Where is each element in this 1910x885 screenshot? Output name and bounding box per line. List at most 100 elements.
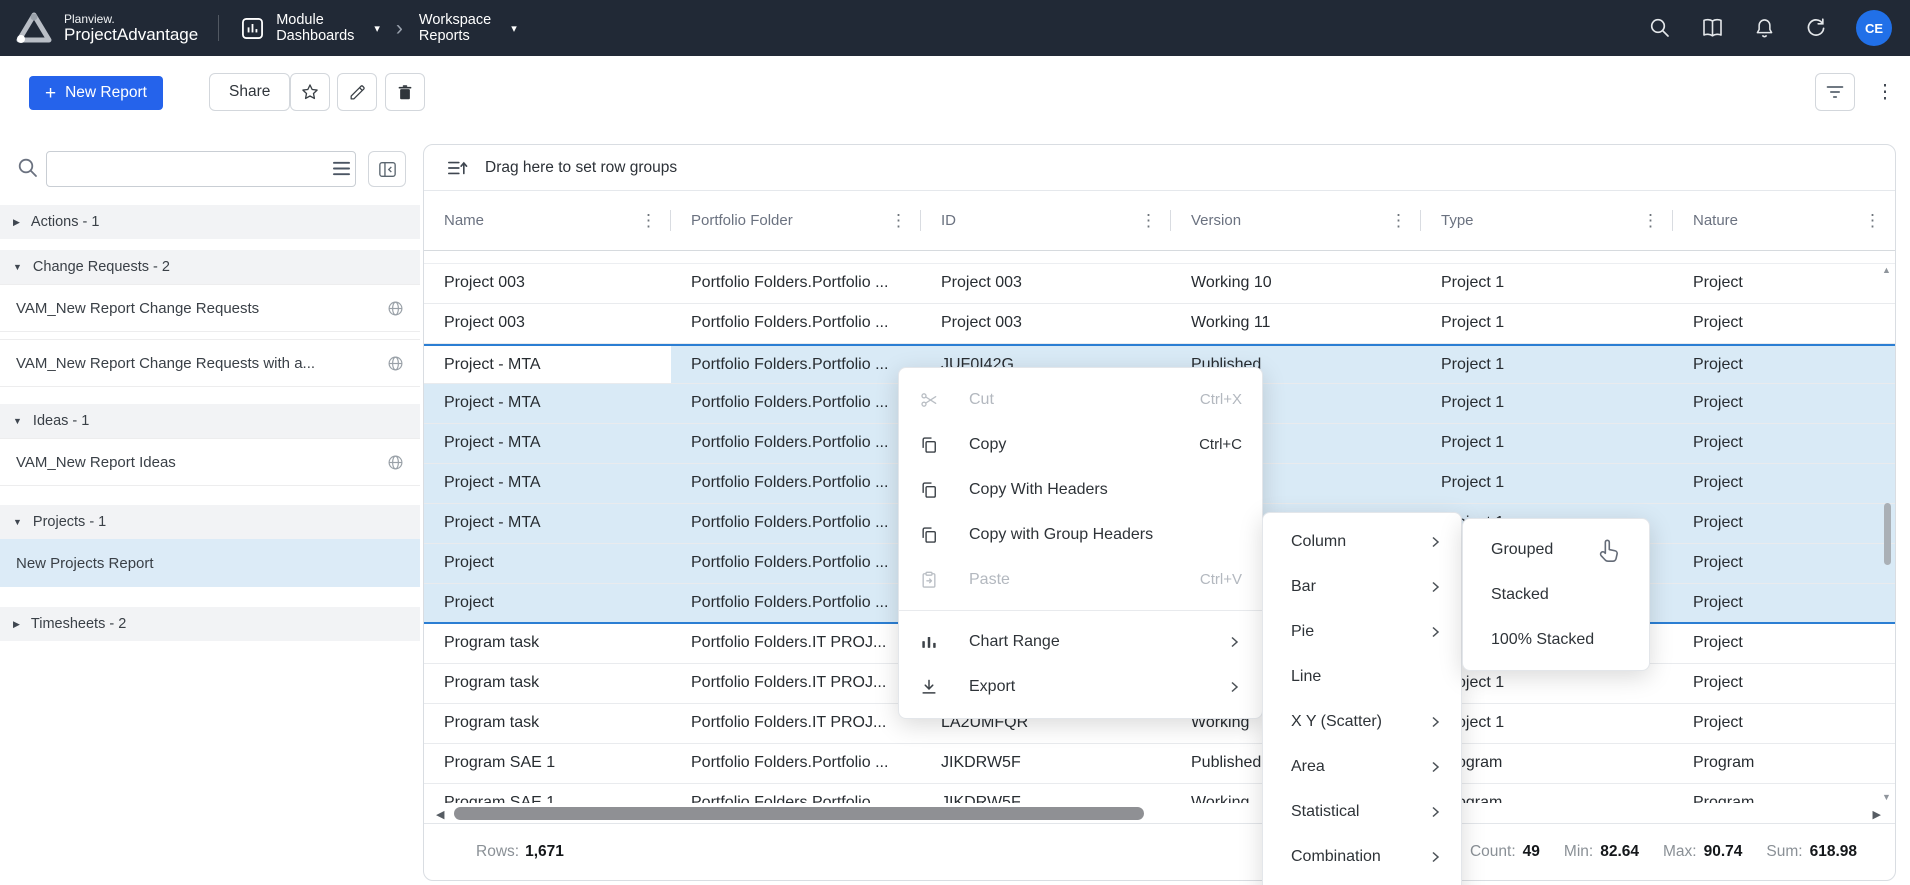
sidebar-group-timesheets[interactable]: ▶ Timesheets - 2: [0, 607, 420, 641]
cell-type[interactable]: Project 1: [1421, 264, 1673, 303]
cell-nature[interactable]: Program: [1673, 744, 1895, 783]
cell-name[interactable]: Program task: [424, 664, 671, 703]
refresh-icon[interactable]: [1804, 16, 1828, 40]
sidebar-item-vam-change-requests[interactable]: VAM_New Report Change Requests: [0, 284, 420, 332]
brand[interactable]: Planview. ProjectAdvantage: [0, 10, 198, 46]
cell-portfolio-folder[interactable]: Portfolio Folders.Portfolio ...: [671, 504, 921, 543]
cell-nature[interactable]: Project: [1673, 346, 1895, 383]
column-header-version[interactable]: Version ⋮: [1171, 191, 1421, 250]
menu-item-copy[interactable]: Copy Ctrl+C: [899, 422, 1262, 467]
cell-portfolio-folder[interactable]: Portfolio Folders.IT PROJ...: [671, 624, 921, 663]
cell-portfolio-folder[interactable]: Portfolio Folders.Portfolio ...: [671, 424, 921, 463]
cell-nature[interactable]: Project: [1673, 304, 1895, 343]
column-header-name[interactable]: Name ⋮: [424, 191, 671, 250]
sidebar-group-projects[interactable]: ▼ Projects - 1: [0, 505, 420, 539]
menu-item-chart-range[interactable]: Chart Range: [899, 619, 1262, 664]
search-icon[interactable]: [1648, 16, 1672, 40]
column-menu-icon[interactable]: ⋮: [1382, 211, 1407, 231]
chevron-down-icon[interactable]: ▾: [511, 22, 517, 35]
sidebar-item-vam-ideas[interactable]: VAM_New Report Ideas: [0, 438, 420, 486]
horizontal-scroll-thumb[interactable]: [454, 807, 1144, 820]
column-menu-icon[interactable]: ⋮: [1634, 211, 1659, 231]
vertical-scrollbar[interactable]: ▲ ▼: [1881, 265, 1893, 802]
submenu-item-xy-scatter[interactable]: X Y (Scatter): [1263, 699, 1461, 744]
cell-type[interactable]: Project 1: [1421, 304, 1673, 343]
avatar[interactable]: CE: [1856, 10, 1892, 46]
cell-name[interactable]: Program task: [424, 704, 671, 743]
table-row[interactable]: Project 003 Portfolio Folders.Portfolio …: [424, 304, 1895, 344]
delete-button[interactable]: [385, 73, 425, 111]
submenu-item-pie[interactable]: Pie: [1263, 609, 1461, 654]
list-options-icon[interactable]: [332, 160, 351, 177]
edit-button[interactable]: [337, 73, 377, 111]
help-book-icon[interactable]: [1700, 16, 1725, 40]
submenu-item-stacked[interactable]: Stacked: [1463, 572, 1649, 617]
scroll-right-icon[interactable]: ▶: [1873, 808, 1881, 821]
cell-name[interactable]: Program SAE 1: [424, 744, 671, 783]
cell-nature[interactable]: Project: [1673, 704, 1895, 743]
cell-name[interactable]: Project: [424, 584, 671, 622]
cell-portfolio-folder[interactable]: Portfolio Folders.Portfolio ...: [671, 304, 921, 343]
column-header-nature[interactable]: Nature ⋮: [1673, 191, 1895, 250]
cell-nature[interactable]: Project: [1673, 664, 1895, 703]
menu-item-copy-with-group-headers[interactable]: Copy with Group Headers: [899, 512, 1262, 557]
submenu-item-100-stacked[interactable]: 100% Stacked: [1463, 617, 1649, 662]
nav-workspace-reports[interactable]: Workspace Reports ▾: [419, 12, 517, 44]
menu-item-export[interactable]: Export: [899, 664, 1262, 709]
cell-nature[interactable]: Project: [1673, 424, 1895, 463]
cell-name[interactable]: Program task: [424, 624, 671, 663]
share-button[interactable]: Share: [209, 73, 290, 111]
report-search-input[interactable]: [46, 151, 356, 187]
notifications-bell-icon[interactable]: [1753, 16, 1776, 40]
submenu-item-bar[interactable]: Bar: [1263, 564, 1461, 609]
cell-nature[interactable]: Project: [1673, 624, 1895, 663]
submenu-item-combination[interactable]: Combination: [1263, 834, 1461, 879]
cell-id[interactable]: Project 003: [921, 264, 1171, 303]
submenu-item-column[interactable]: Column: [1263, 519, 1461, 564]
sidebar-item-vam-change-requests-2[interactable]: VAM_New Report Change Requests with a...: [0, 339, 420, 387]
column-menu-icon[interactable]: ⋮: [632, 211, 657, 231]
column-header-type[interactable]: Type ⋮: [1421, 191, 1673, 250]
nav-module-dashboards[interactable]: Module Dashboards ▾: [239, 12, 380, 44]
column-header-id[interactable]: ID ⋮: [921, 191, 1171, 250]
sidebar-item-new-projects-report[interactable]: New Projects Report: [0, 539, 420, 587]
cell-portfolio-folder[interactable]: Portfolio Folders.Portfolio ...: [671, 384, 921, 423]
cell-name[interactable]: Project - MTA: [424, 346, 671, 383]
cell-name[interactable]: Project - MTA: [424, 424, 671, 463]
row-group-drop-zone[interactable]: Drag here to set row groups: [424, 145, 1895, 191]
cell-name[interactable]: Project 003: [424, 264, 671, 303]
cell-name[interactable]: Project - MTA: [424, 464, 671, 503]
cell-type[interactable]: Project 1: [1421, 424, 1673, 463]
cell-version[interactable]: Working 11: [1171, 304, 1421, 343]
toolbar-more-menu-button[interactable]: ⋮: [1872, 73, 1898, 111]
cell-id[interactable]: JIKDRW5F: [921, 744, 1171, 783]
cell-nature[interactable]: Project: [1673, 504, 1895, 543]
cell-name[interactable]: Project: [424, 544, 671, 583]
chevron-down-icon[interactable]: ▾: [374, 22, 380, 35]
cell-type[interactable]: Project 1: [1421, 346, 1673, 383]
collapse-panel-button[interactable]: [368, 151, 406, 187]
vertical-scroll-thumb[interactable]: [1884, 503, 1891, 565]
scroll-up-icon[interactable]: ▲: [1882, 265, 1891, 275]
cell-id[interactable]: Project 003: [921, 304, 1171, 343]
favorite-button[interactable]: [290, 73, 330, 111]
cell-portfolio-folder[interactable]: Portfolio Folders.Portfolio ...: [671, 346, 921, 383]
scroll-left-icon[interactable]: ◀: [436, 808, 444, 821]
cell-version[interactable]: Working 10: [1171, 264, 1421, 303]
sidebar-group-actions[interactable]: ▶ Actions - 1: [0, 205, 420, 239]
menu-item-copy-with-headers[interactable]: Copy With Headers: [899, 467, 1262, 512]
table-row[interactable]: Project 003 Portfolio Folders.Portfolio …: [424, 264, 1895, 304]
cell-portfolio-folder[interactable]: Portfolio Folders.Portfolio ...: [671, 264, 921, 303]
new-report-button[interactable]: + New Report: [29, 76, 163, 110]
submenu-item-statistical[interactable]: Statistical: [1263, 789, 1461, 834]
cell-type[interactable]: Project 1: [1421, 384, 1673, 423]
cell-name[interactable]: Project 003: [424, 304, 671, 343]
column-menu-icon[interactable]: ⋮: [1132, 211, 1157, 231]
cell-nature[interactable]: Project: [1673, 544, 1895, 583]
cell-portfolio-folder[interactable]: Portfolio Folders.Portfolio ...: [671, 464, 921, 503]
filter-button[interactable]: [1815, 73, 1855, 111]
cell-portfolio-folder[interactable]: Portfolio Folders.IT PROJ...: [671, 664, 921, 703]
cell-nature[interactable]: Project: [1673, 464, 1895, 503]
submenu-item-area[interactable]: Area: [1263, 744, 1461, 789]
cell-portfolio-folder[interactable]: Portfolio Folders.Portfolio ...: [671, 544, 921, 583]
